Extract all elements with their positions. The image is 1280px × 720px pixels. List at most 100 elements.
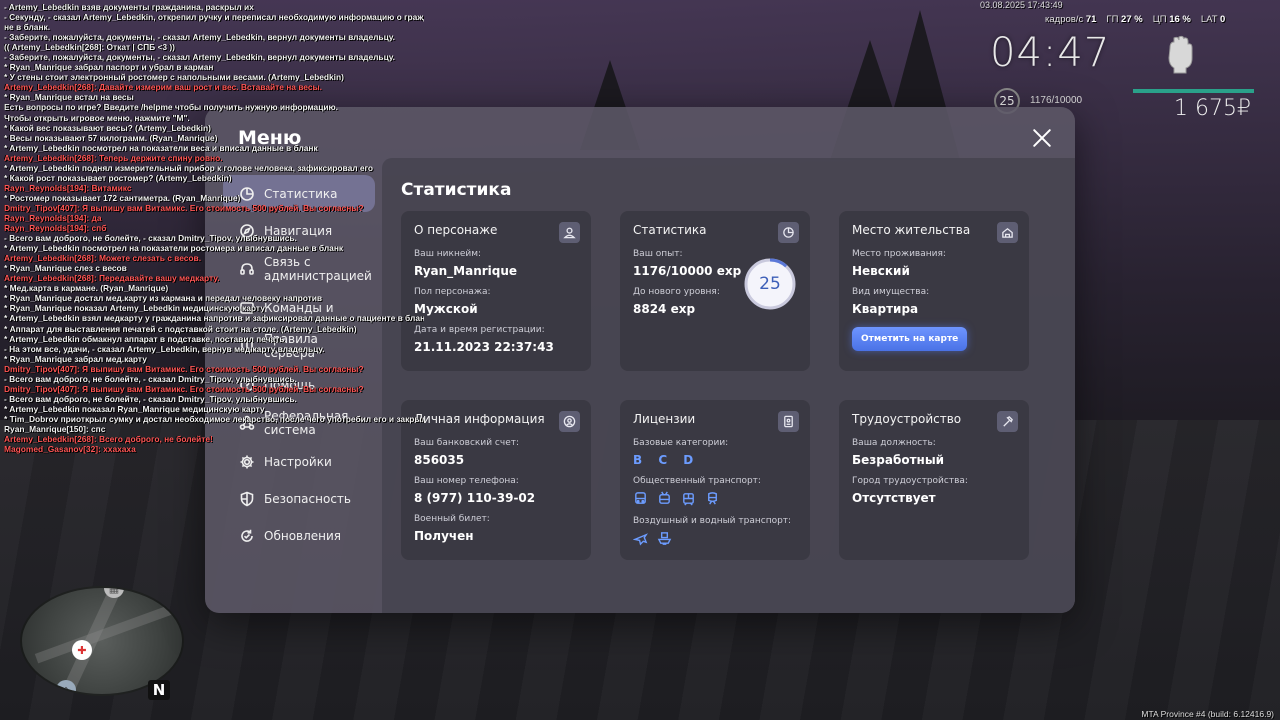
hud-date: 03.08.2025 17:43:49 xyxy=(980,0,1063,10)
gender-label: Пол персонажа: xyxy=(414,287,491,297)
frames-label: кадров/с xyxy=(1045,14,1084,25)
money: 1 675₽ xyxy=(1174,96,1251,121)
phone-value: 8 (977) 110-39-02 xyxy=(414,491,536,505)
card-title: Место жительства xyxy=(852,223,971,237)
build-info: MTA Province #4 (build: 6.12416.9) xyxy=(1141,709,1274,719)
panel-title: Статистика xyxy=(401,180,512,200)
work-city-value: Отсутствует xyxy=(852,491,936,505)
user-circle-icon xyxy=(559,411,580,432)
property-label: Вид имущества: xyxy=(852,287,930,297)
home-icon xyxy=(997,222,1018,243)
hud-perf: кадров/с 71 ГП 27 % ЦП 16 % LAT 0 xyxy=(1045,14,1225,25)
game-clock: 04:47 xyxy=(990,30,1111,76)
help-icon xyxy=(239,377,255,393)
gp-label: ГП xyxy=(1106,14,1119,25)
cp-label: ЦП xyxy=(1152,14,1167,25)
level-number: 25 xyxy=(759,274,781,294)
cp-value: 16 % xyxy=(1169,14,1191,25)
card-character: О персонаже Ваш никнейм: Ryan_Manrique П… xyxy=(401,211,591,371)
military-label: Военный билет: xyxy=(414,514,490,524)
military-value: Получен xyxy=(414,529,474,543)
sidebar-item-navigation[interactable]: Навигация xyxy=(223,212,375,249)
compass-icon xyxy=(239,223,255,239)
card-statistics: Статистика Ваш опыт: 1176/10000 exp До н… xyxy=(620,211,810,371)
public-transport-label: Общественный транспорт: xyxy=(633,476,761,486)
sidebar-item-label: Настройки xyxy=(264,454,332,469)
compass-north: N xyxy=(148,680,170,700)
stats-panel: Статистика О персонаже Ваш никнейм: Ryan… xyxy=(382,158,1075,613)
refresh-icon xyxy=(239,528,255,544)
plane-icon xyxy=(633,533,648,546)
property-value: Квартира xyxy=(852,302,919,316)
sidebar-item-label: Команды и xyxy=(264,300,334,315)
mark-on-map-button[interactable]: Отметить на карте xyxy=(852,327,968,351)
air-water-label: Воздушный и водный транспорт: xyxy=(633,516,792,526)
network-icon xyxy=(239,415,255,431)
sidebar-item-label: Реферальная система xyxy=(264,409,349,437)
sidebar-item-settings[interactable]: Настройки xyxy=(223,443,375,480)
menu-title: Меню xyxy=(238,127,302,149)
hammer-icon xyxy=(997,411,1018,432)
metro-icon xyxy=(708,492,717,505)
level-exp: 1176/10000 xyxy=(1030,95,1083,106)
sidebar-item-stats[interactable]: Статистика xyxy=(223,175,375,212)
card-employment: Трудоустройство Ваша должность: Безработ… xyxy=(839,400,1029,560)
fist-weapon-icon xyxy=(1168,35,1193,74)
pie-chart-icon xyxy=(239,186,255,202)
card-licenses: Лицензии Базовые категории: B C D Общест… xyxy=(620,400,810,560)
sidebar-item-label: Помощь xyxy=(264,377,316,392)
menu-sidebar: Статистика Навигация Связь с администрацие… xyxy=(205,175,381,554)
bank-value: 856035 xyxy=(414,453,465,467)
sidebar-item-help[interactable]: Помощь xyxy=(223,366,375,403)
lat-label: LAT xyxy=(1200,14,1218,25)
lat-value: 0 xyxy=(1220,14,1226,25)
sidebar-item-admin[interactable]: Связь с администрацией xyxy=(223,249,375,289)
bank-label: Ваш банковский счет: xyxy=(414,438,520,448)
license-card-icon xyxy=(778,411,799,432)
card-title: Статистика xyxy=(633,223,707,237)
card-residence: Место жительства Место проживания: Невск… xyxy=(839,211,1029,371)
sidebar-item-label: Связь с администрацией xyxy=(264,255,372,283)
place-value: Невский xyxy=(852,264,910,278)
work-city-label: Город трудоустройства: xyxy=(852,476,968,486)
hospital-icon: ✚ xyxy=(72,640,92,660)
sidebar-item-label: Правила сервера xyxy=(264,332,318,360)
gear-icon xyxy=(239,454,255,470)
ship-icon xyxy=(657,532,672,545)
sidebar-item-referral[interactable]: Реферальная система xyxy=(223,403,375,443)
position-label: Ваша должность: xyxy=(852,438,936,448)
reg-value: 21.11.2023 22:37:43 xyxy=(414,340,554,354)
card-title: Личная информация xyxy=(414,412,545,426)
card-personal: Личная информация Ваш банковский счет: 8… xyxy=(401,400,591,560)
gender-value: Мужской xyxy=(414,302,478,316)
sidebar-item-label: Статистика xyxy=(264,186,338,201)
tram-icon xyxy=(683,493,694,506)
user-icon xyxy=(559,222,580,243)
card-title: Трудоустройство xyxy=(852,412,962,426)
health-bar xyxy=(1133,89,1254,93)
sidebar-item-updates[interactable]: Обновления xyxy=(223,517,375,554)
gp-value: 27 % xyxy=(1121,14,1143,25)
close-button[interactable] xyxy=(1031,127,1053,149)
sidebar-item-rules[interactable]: Правила сервера xyxy=(223,326,375,366)
nick-label: Ваш никнейм: xyxy=(414,249,482,259)
reg-label: Дата и время регистрации: xyxy=(414,325,545,335)
shield-icon xyxy=(239,491,255,507)
card-title: Лицензии xyxy=(633,412,696,426)
place-label: Место проживания: xyxy=(852,249,946,259)
trolleybus-icon xyxy=(659,491,670,504)
bus-icon xyxy=(635,492,646,504)
sidebar-item-label: Навигация xyxy=(264,223,333,238)
sidebar-item-security[interactable]: Безопасность xyxy=(223,480,375,517)
sidebar-item-commands[interactable]: Команды и xyxy=(223,289,375,326)
nick-value: Ryan_Manrique xyxy=(414,264,518,278)
public-transport-icons xyxy=(633,491,797,506)
base-categories-label: Базовые категории: xyxy=(633,438,729,448)
sidebar-item-label: Обновления xyxy=(264,528,342,543)
pie-chart-icon xyxy=(778,222,799,243)
game-menu: Меню Статистика Навигация Связь с админист… xyxy=(205,107,1075,613)
frames-value: 71 xyxy=(1085,14,1097,25)
base-categories-value: B C D xyxy=(633,453,700,467)
phone-label: Ваш номер телефона: xyxy=(414,476,519,486)
car-icon: ◈ xyxy=(56,680,76,694)
